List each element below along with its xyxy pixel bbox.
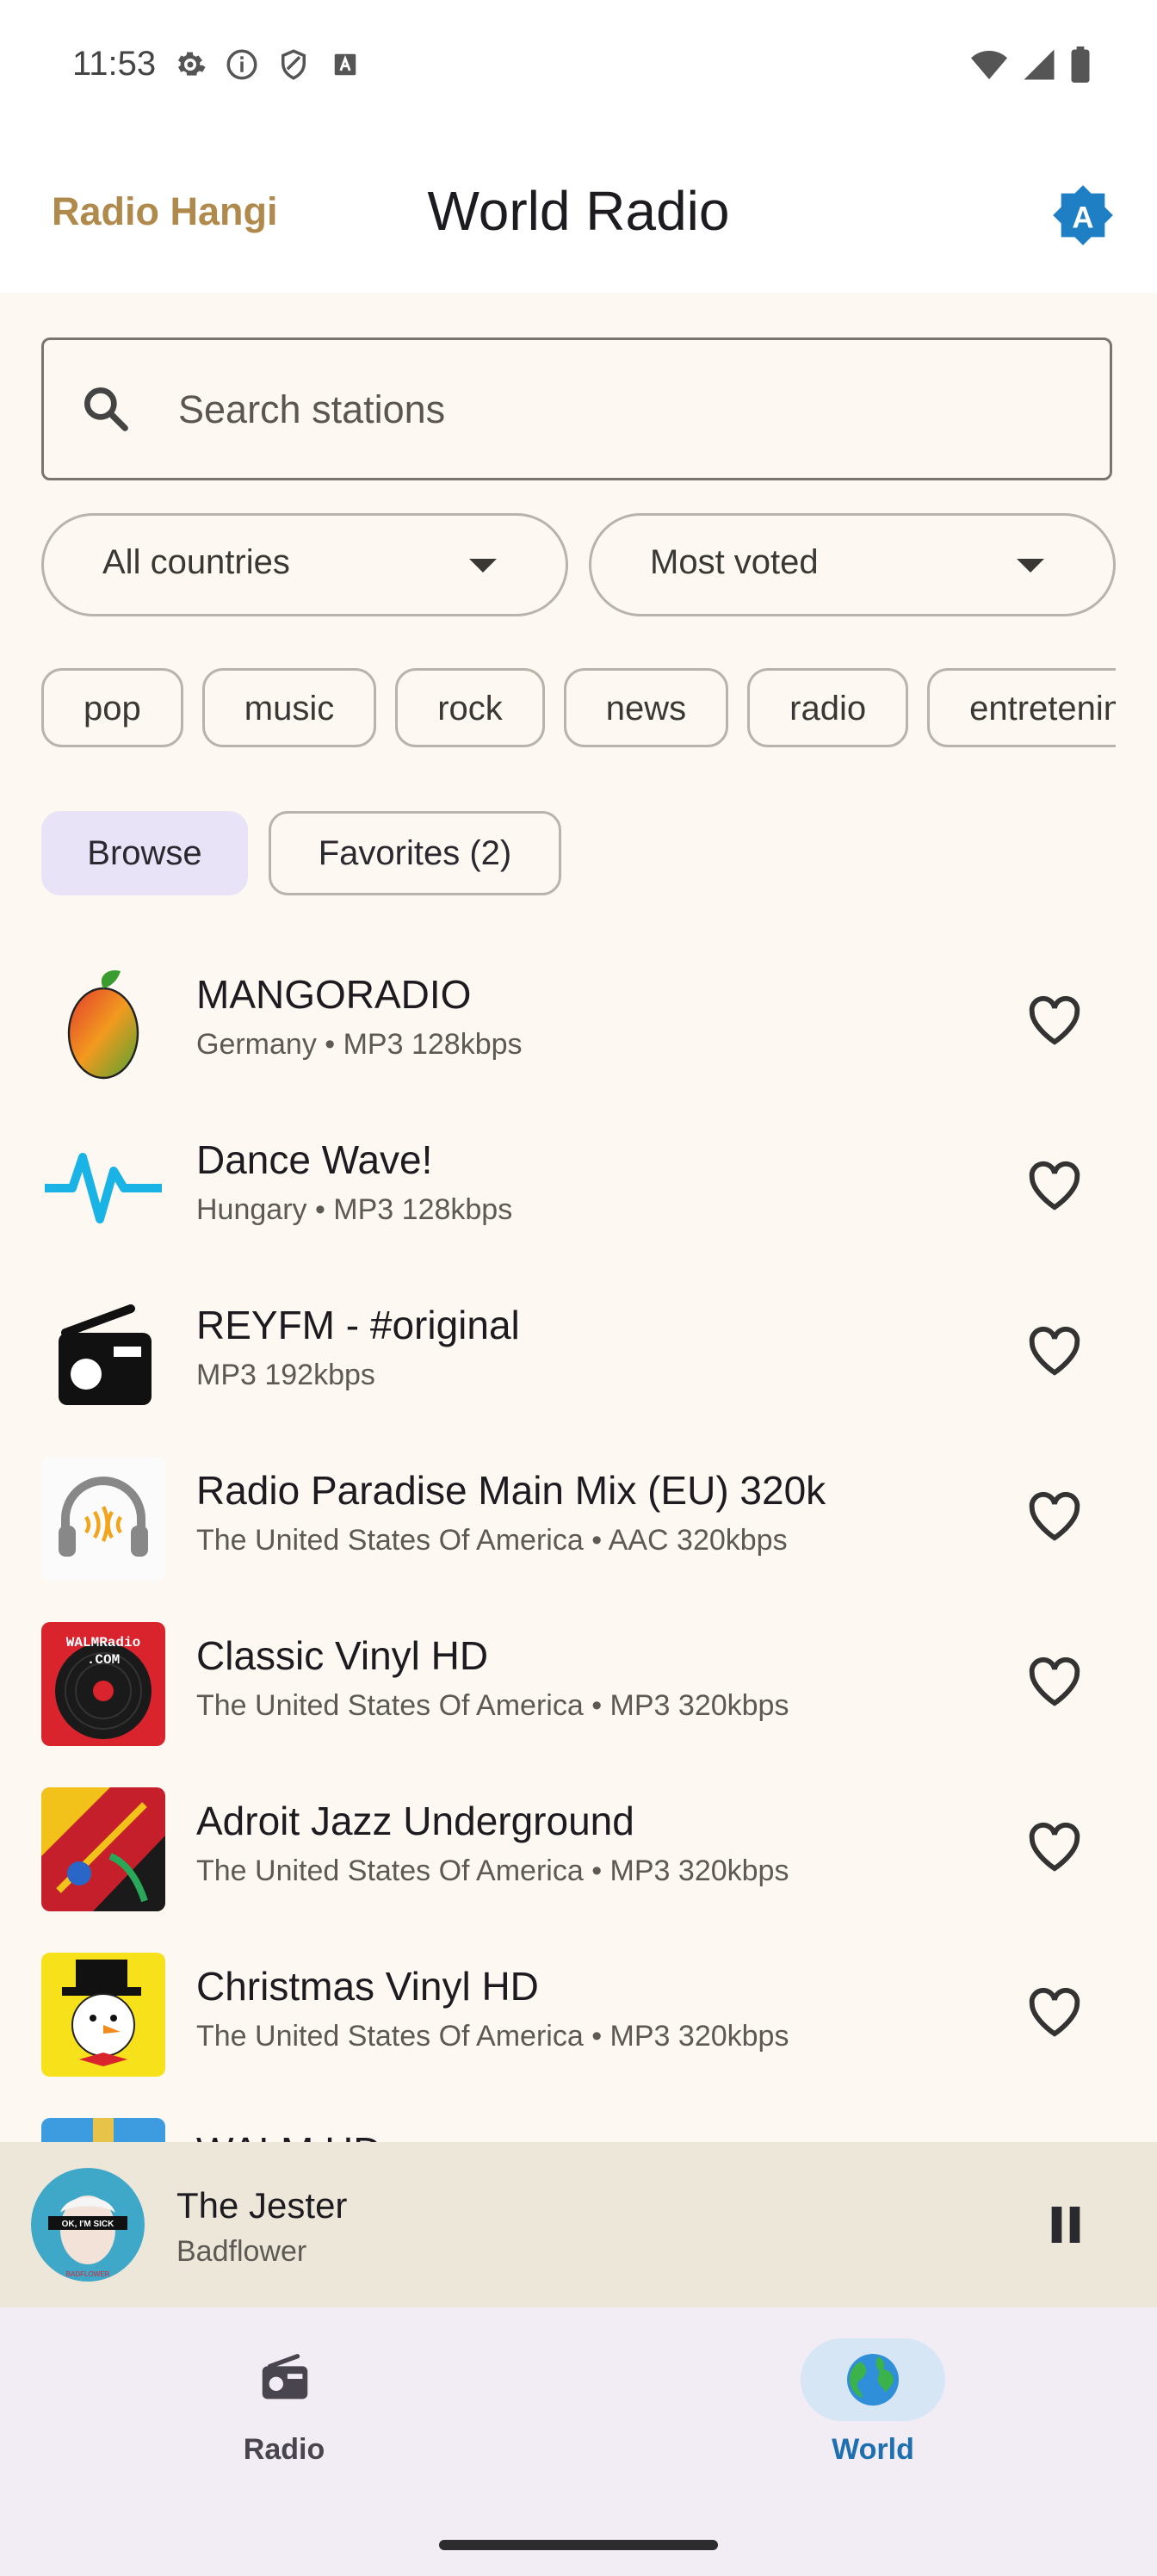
- station-row[interactable]: Dance Wave! Hungary • MP3 128kbps: [0, 1104, 1157, 1269]
- genre-chip-news[interactable]: news: [563, 668, 729, 747]
- genre-chips: popmusicrocknewsradioentretenimiento: [41, 668, 1116, 751]
- station-meta: Germany • MP3 128kbps: [196, 1028, 523, 1061]
- heart-icon[interactable]: [1024, 1322, 1085, 1378]
- home-indicator[interactable]: [439, 2540, 718, 2550]
- shield-icon: [282, 49, 306, 80]
- nav-world-label: World: [832, 2433, 914, 2466]
- jazz-logo: [41, 1787, 165, 1911]
- album-art-text: OK, I'M SICK: [62, 2220, 114, 2229]
- partial-logo: [41, 2118, 165, 2144]
- heart-icon[interactable]: [1024, 1653, 1085, 1708]
- station-meta: MP3 192kbps: [196, 1359, 375, 1391]
- status-time: 11:53: [72, 45, 157, 83]
- station-name: Radio Paradise Main Mix (EU) 320k: [196, 1468, 826, 1513]
- genre-chip-pop[interactable]: pop: [41, 668, 183, 747]
- wifi-icon: [971, 50, 1007, 80]
- bottom-nav: Radio World: [0, 2307, 1157, 2576]
- heart-icon[interactable]: [1024, 1818, 1085, 1873]
- heart-icon[interactable]: [1024, 1984, 1085, 2039]
- station-row[interactable]: Radio Paradise Main Mix (EU) 320k The Un…: [0, 1434, 1157, 1600]
- battery-icon: [1071, 46, 1090, 83]
- station-row[interactable]: WALMRadio .COM Classic Vinyl HD The Unit…: [0, 1600, 1157, 1765]
- search-input[interactable]: [176, 375, 1075, 445]
- chevron-down-icon: [469, 559, 497, 573]
- station-name: MANGORADIO: [196, 972, 472, 1017]
- radio-icon: [262, 2354, 308, 2400]
- now-playing-title: The Jester: [176, 2185, 348, 2226]
- country-dropdown[interactable]: All countries: [41, 513, 568, 616]
- station-name: Classic Vinyl HD: [196, 1633, 489, 1678]
- country-dropdown-label: All countries: [102, 543, 290, 581]
- station-meta: The United States Of America • MP3 320kb…: [196, 1689, 789, 1722]
- vinyl-logo: WALMRadio .COM: [41, 1622, 165, 1746]
- station-name: REYFM - #original: [196, 1303, 520, 1347]
- info-icon: [226, 49, 257, 80]
- nav-world[interactable]: World: [744, 2338, 1002, 2476]
- search-icon: [84, 387, 128, 431]
- sort-dropdown[interactable]: Most voted: [589, 513, 1116, 616]
- status-bar: 11:53: [0, 0, 1157, 129]
- mango-logo: [41, 961, 165, 1085]
- station-row[interactable]: MANGORADIO Germany • MP3 128kbps: [0, 938, 1157, 1104]
- headphones-logo: [41, 1457, 165, 1581]
- heart-icon[interactable]: [1024, 1157, 1085, 1212]
- station-name: Christmas Vinyl HD: [196, 1964, 539, 2009]
- now-playing-artist: Badflower: [176, 2235, 307, 2268]
- app-bar: Radio Hangi World Radio A: [0, 129, 1157, 293]
- radio-logo: [41, 1291, 165, 1415]
- status-icons-right: [969, 46, 1092, 83]
- status-icons-left: [172, 46, 363, 83]
- svg-text:BADFLOWER: BADFLOWER: [66, 2270, 110, 2278]
- genre-chip-radio[interactable]: radio: [747, 668, 909, 747]
- station-name: Adroit Jazz Underground: [196, 1799, 634, 1843]
- vinyl-logo-text: WALMRadio: [66, 1635, 140, 1650]
- mini-player[interactable]: OK, I'M SICK BADFLOWER The Jester Badflo…: [0, 2142, 1157, 2307]
- svg-text:.COM: .COM: [87, 1652, 120, 1668]
- station-row[interactable]: REYFM - #original MP3 192kbps: [0, 1269, 1157, 1434]
- browse-tab[interactable]: Browse: [41, 811, 248, 895]
- heart-icon[interactable]: [1024, 992, 1085, 1047]
- station-row[interactable]: Christmas Vinyl HD The United States Of …: [0, 1930, 1157, 2096]
- favorites-tab[interactable]: Favorites (2): [269, 811, 561, 895]
- settings-icon: [178, 52, 206, 76]
- snowman-logo: [41, 1953, 165, 2077]
- station-meta: The United States Of America • AAC 320kb…: [196, 1524, 788, 1557]
- genre-chip-entretenimiento[interactable]: entretenimiento: [927, 668, 1116, 747]
- genre-chip-rock[interactable]: rock: [395, 668, 545, 747]
- translate-badge-icon[interactable]: A: [1050, 183, 1116, 248]
- station-row[interactable]: WALM HD: [0, 2096, 1157, 2144]
- station-meta: The United States Of America • MP3 320kb…: [196, 2020, 789, 2053]
- station-name: Dance Wave!: [196, 1137, 433, 1182]
- pause-icon[interactable]: [1042, 2201, 1090, 2249]
- keyboard-a-icon: [334, 53, 356, 76]
- svg-text:A: A: [1072, 201, 1093, 234]
- wave-logo: [41, 1126, 165, 1250]
- search-field[interactable]: [41, 337, 1112, 480]
- station-row[interactable]: Adroit Jazz Underground The United State…: [0, 1765, 1157, 1930]
- station-meta: Hungary • MP3 128kbps: [196, 1193, 513, 1226]
- heart-icon[interactable]: [1024, 1488, 1085, 1543]
- station-list: MANGORADIO Germany • MP3 128kbps Dance W…: [0, 938, 1157, 2144]
- signal-icon: [1024, 49, 1055, 80]
- genre-chip-music[interactable]: music: [201, 668, 377, 747]
- globe-icon: [847, 2354, 899, 2406]
- chevron-down-icon: [1017, 559, 1044, 573]
- nav-radio-label: Radio: [243, 2433, 325, 2466]
- page-title: World Radio: [427, 180, 730, 242]
- sort-dropdown-label: Most voted: [650, 543, 819, 581]
- station-meta: The United States Of America • MP3 320kb…: [196, 1855, 789, 1887]
- album-art: OK, I'M SICK BADFLOWER: [31, 2168, 145, 2282]
- nav-radio[interactable]: Radio: [155, 2338, 413, 2476]
